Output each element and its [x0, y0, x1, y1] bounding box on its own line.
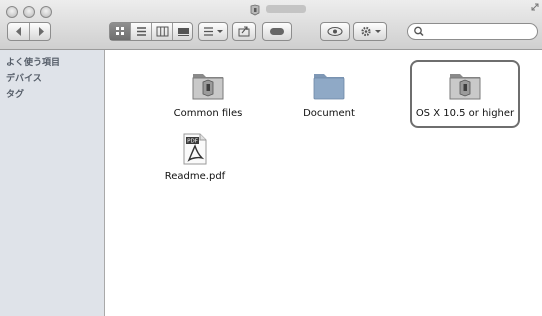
search-icon: [414, 26, 424, 37]
share-button[interactable]: [232, 22, 256, 41]
forward-button[interactable]: [30, 23, 52, 40]
folder-with-app-icon: [192, 74, 224, 100]
file-item-readme-pdf[interactable]: PDF Readme.pdf: [145, 133, 245, 193]
pdf-icon: PDF: [183, 133, 207, 165]
file-label: OS X 10.5 or higher: [415, 108, 515, 119]
file-item-document[interactable]: Document: [279, 63, 379, 123]
eye-icon: [327, 26, 343, 37]
nav-buttons: [7, 22, 51, 41]
gear-icon: [361, 26, 381, 37]
arrange-menu-icon: [204, 27, 223, 36]
folder-with-app-icon: [449, 74, 481, 100]
action-menu-button[interactable]: [353, 22, 387, 41]
forward-arrow-icon: [39, 27, 44, 36]
file-label: Document: [303, 108, 355, 119]
sidebar: よく使う項目 デバイス タグ: [0, 50, 105, 316]
app-icon: [250, 4, 260, 16]
titlebar: [0, 0, 542, 50]
arrange-menu-button[interactable]: [198, 22, 228, 41]
coverflow-view-button[interactable]: [173, 23, 194, 40]
list-view-icon: [137, 27, 146, 36]
search-input[interactable]: [426, 25, 535, 39]
sidebar-section-devices[interactable]: デバイス: [6, 71, 42, 84]
file-label: Readme.pdf: [164, 171, 226, 182]
fullscreen-icon[interactable]: [531, 3, 539, 11]
sidebar-section-favorites[interactable]: よく使う項目: [6, 55, 60, 68]
list-view-button[interactable]: [131, 23, 152, 40]
tag-button[interactable]: [262, 22, 292, 41]
quicklook-button[interactable]: [320, 22, 350, 41]
back-arrow-icon: [16, 27, 21, 36]
minimize-window-button[interactable]: [23, 6, 35, 18]
share-icon: [238, 26, 250, 37]
finder-window: よく使う項目 デバイス タグ Common files Document OS: [0, 0, 542, 316]
column-view-button[interactable]: [152, 23, 173, 40]
pdf-badge-text: PDF: [187, 139, 198, 145]
file-item-os-x-10-5-or-higher[interactable]: OS X 10.5 or higher: [415, 63, 515, 123]
file-item-common-files[interactable]: Common files: [158, 63, 258, 123]
column-view-icon: [156, 26, 169, 37]
view-mode-control: [109, 22, 193, 41]
zoom-window-button[interactable]: [40, 6, 52, 18]
close-window-button[interactable]: [6, 6, 18, 18]
file-label: Common files: [173, 108, 243, 119]
tag-icon: [270, 28, 284, 35]
coverflow-view-icon: [178, 28, 189, 36]
icon-view-button[interactable]: [110, 23, 131, 40]
folder-icon: [313, 74, 345, 100]
sidebar-section-tags[interactable]: タグ: [6, 87, 24, 100]
search-field[interactable]: [407, 23, 538, 40]
window-title: [266, 5, 306, 13]
icon-view-icon: [116, 27, 124, 35]
back-button[interactable]: [8, 23, 30, 40]
